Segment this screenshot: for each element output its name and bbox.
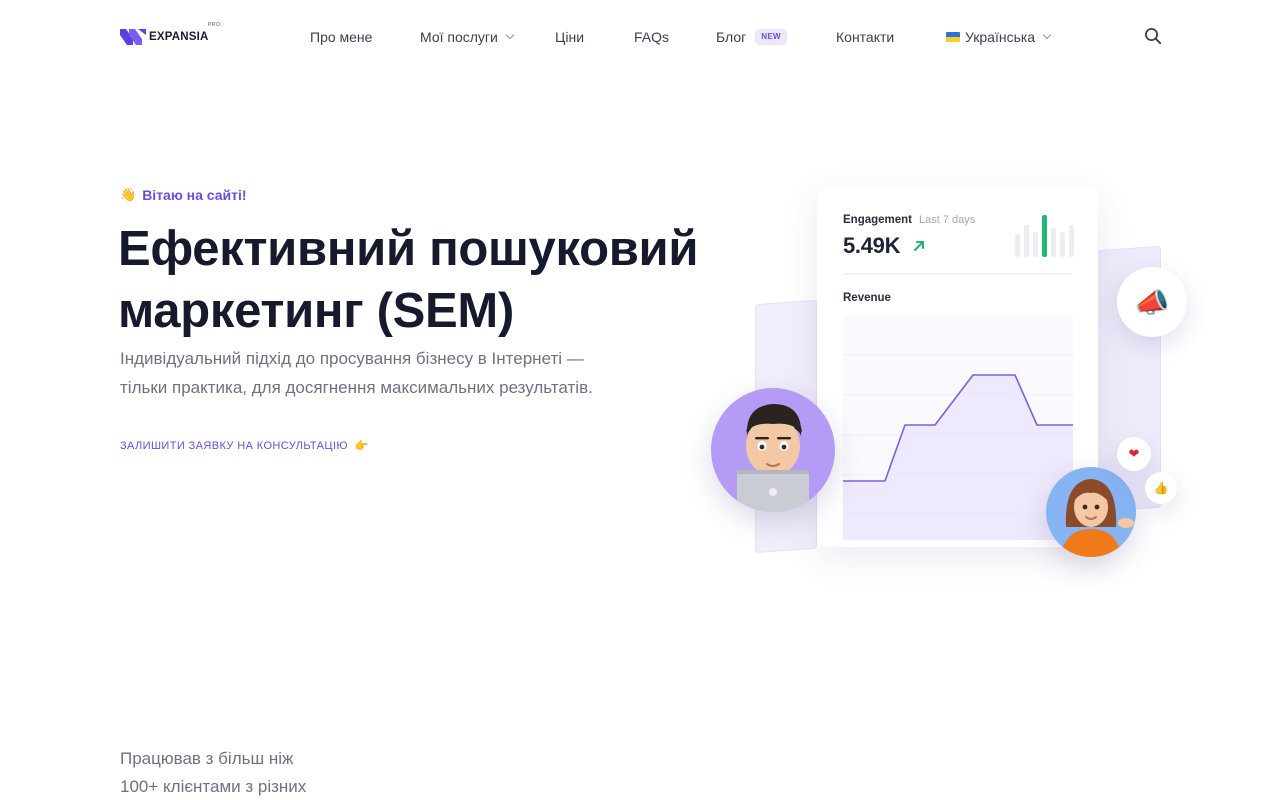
new-badge: NEW bbox=[755, 29, 787, 45]
ukraine-flag-icon bbox=[946, 32, 960, 42]
page: EXPANSIA PRO Про мене Мої послуги Ціни F… bbox=[0, 0, 1280, 800]
chevron-down-icon bbox=[1042, 30, 1052, 40]
woman-memoji-icon bbox=[1060, 479, 1134, 557]
engagement-bar-chart bbox=[1015, 215, 1074, 257]
revenue-line-chart bbox=[843, 315, 1073, 540]
consultation-cta-link[interactable]: ЗАЛИШИТИ ЗАЯВКУ НА КОНСУЛЬТАЦІЮ 👉 bbox=[120, 439, 370, 453]
hero-subtitle: Індивідуальний підхід до просування бізн… bbox=[120, 344, 640, 402]
page-title: Ефективний пошуковий маркетинг (SEM) bbox=[118, 218, 738, 342]
engagement-bar bbox=[1051, 228, 1056, 257]
thumbs-up-icon: 👍 bbox=[1145, 472, 1177, 504]
clients-intro: Працював з більш ніж 100+ клієнтами з рі… bbox=[120, 745, 380, 800]
avatar-woman bbox=[1046, 467, 1136, 557]
clients-line-1: Працював з більш ніж bbox=[120, 749, 294, 768]
subtitle-line-2: тільки практика, для досягнення максимал… bbox=[120, 378, 593, 397]
clients-line-2: 100+ клієнтами з різних bbox=[120, 777, 307, 796]
chevron-down-icon bbox=[505, 30, 515, 40]
engagement-bar bbox=[1024, 225, 1029, 257]
engagement-bar bbox=[1060, 232, 1065, 257]
wave-emoji-icon: 👋 bbox=[120, 187, 137, 202]
engagement-bar bbox=[1042, 215, 1047, 257]
greeting: 👋 Вітаю на сайті! bbox=[120, 187, 247, 203]
nav-prices[interactable]: Ціни bbox=[555, 29, 584, 45]
search-icon[interactable] bbox=[1144, 27, 1162, 45]
heart-icon: ❤ bbox=[1117, 437, 1151, 471]
title-line-1: Ефективний пошуковий bbox=[118, 222, 699, 276]
engagement-bar bbox=[1033, 232, 1038, 257]
language-label: Українська bbox=[965, 29, 1036, 45]
avatar-man bbox=[711, 388, 835, 512]
engagement-value: 5.49K bbox=[843, 233, 901, 258]
engagement-bar bbox=[1015, 234, 1020, 257]
engagement-period: Last 7 days bbox=[919, 214, 976, 226]
revenue-label: Revenue bbox=[843, 292, 891, 304]
cta-label: ЗАЛИШИТИ ЗАЯВКУ НА КОНСУЛЬТАЦІЮ bbox=[120, 439, 348, 452]
trend-up-arrow-icon bbox=[914, 241, 924, 251]
site-header: EXPANSIA PRO Про мене Мої послуги Ціни F… bbox=[0, 0, 1280, 76]
man-memoji-icon bbox=[737, 404, 809, 512]
megaphone-icon: 📣 bbox=[1117, 267, 1187, 337]
subtitle-line-1: Індивідуальний підхід до просування бізн… bbox=[120, 349, 584, 368]
main-nav: Про мене Мої послуги Ціни FAQs Блог NEW … bbox=[0, 0, 1280, 76]
card-divider bbox=[843, 273, 1072, 275]
greeting-text: Вітаю на сайті! bbox=[142, 187, 247, 203]
title-line-2: маркетинг (SEM) bbox=[118, 284, 514, 338]
engagement-label: Engagement bbox=[843, 214, 913, 226]
language-switcher[interactable]: Українська bbox=[946, 29, 1052, 45]
nav-blog-label: Блог bbox=[716, 29, 747, 45]
nav-services[interactable]: Мої послуги bbox=[420, 29, 515, 45]
nav-faqs[interactable]: FAQs bbox=[634, 29, 669, 45]
engagement-bar bbox=[1069, 225, 1074, 257]
nav-services-label: Мої послуги bbox=[420, 29, 498, 45]
nav-contacts[interactable]: Контакти bbox=[836, 29, 894, 45]
nav-blog[interactable]: Блог NEW bbox=[716, 29, 787, 45]
nav-about[interactable]: Про мене bbox=[310, 29, 372, 45]
pointing-hand-icon: 👉 bbox=[354, 440, 370, 452]
